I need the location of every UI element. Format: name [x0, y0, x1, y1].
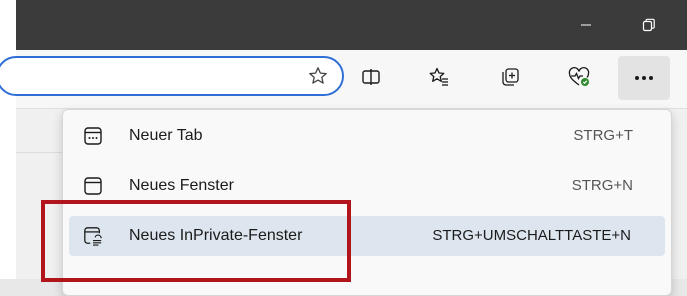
- new-window-icon: [84, 177, 102, 195]
- minimize-button[interactable]: [556, 0, 616, 50]
- split-screen-icon: [362, 69, 380, 85]
- menu-item-shortcut: STRG+T: [573, 127, 633, 144]
- restore-button[interactable]: [619, 0, 679, 50]
- minimize-icon: [581, 24, 591, 26]
- menu-item-new-tab[interactable]: Neuer Tab STRG+T: [69, 116, 665, 156]
- collections-button[interactable]: [493, 60, 527, 94]
- menu-item-shortcut: STRG+N: [571, 177, 633, 194]
- browser-essentials-icon: [568, 67, 590, 86]
- favorites-icon: [429, 67, 448, 86]
- highlight-annotation: [41, 200, 351, 282]
- more-icon: [635, 76, 653, 80]
- browser-essentials-button[interactable]: [562, 60, 596, 94]
- favorites-button[interactable]: [422, 60, 456, 94]
- address-bar[interactable]: [0, 56, 344, 96]
- split-screen-button[interactable]: [354, 60, 388, 94]
- menu-item-shortcut: STRG+UMSCHALTTASTE+N: [432, 227, 631, 244]
- settings-and-more-button[interactable]: [618, 56, 670, 100]
- title-bar: [16, 0, 687, 50]
- restore-icon: [642, 18, 655, 32]
- new-tab-icon: [84, 127, 102, 145]
- page-edge: [0, 0, 16, 279]
- navigation-bar: [0, 50, 687, 109]
- favorite-star-icon[interactable]: [308, 66, 328, 86]
- collections-icon: [502, 68, 519, 86]
- menu-item-label: Neuer Tab: [129, 127, 203, 144]
